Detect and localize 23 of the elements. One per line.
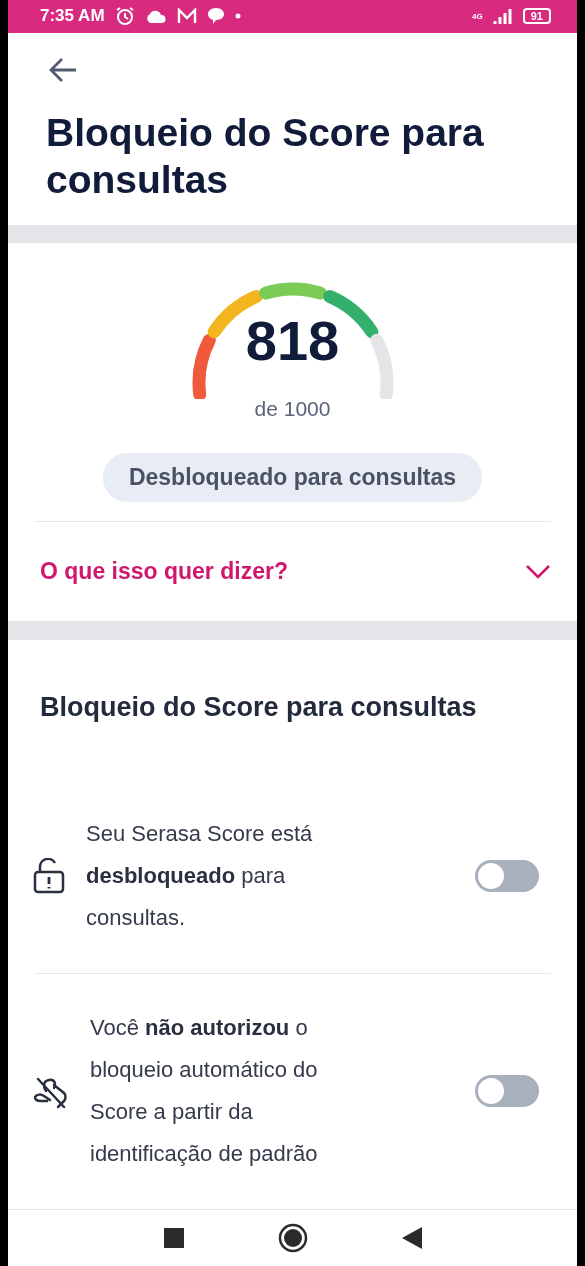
- cloud-icon: [144, 9, 167, 24]
- home-button[interactable]: [277, 1223, 308, 1254]
- back-nav-button[interactable]: [401, 1227, 422, 1250]
- unlocked-padlock-icon: [32, 857, 66, 894]
- mail-icon: [176, 8, 197, 25]
- network-label: 4G: [472, 11, 483, 21]
- status-badge: Desbloqueado para consultas: [102, 453, 483, 503]
- section-title: Bloqueio do Score para consultas: [40, 691, 478, 723]
- setting-description: Você não autorizou o bloqueio automático do Score a partir da identificação de padrão: [90, 1014, 319, 1169]
- signal-icon: [492, 8, 513, 25]
- score-scale: de 1000: [254, 397, 331, 422]
- recents-button[interactable]: [163, 1228, 184, 1249]
- status-time: 7:35 AM: [40, 6, 105, 27]
- setting-description: Seu Serasa Score está desbloqueado para consultas.: [86, 819, 314, 932]
- page-title: Bloqueio do Score para consultas: [46, 109, 485, 203]
- chat-bubble-icon: [206, 7, 225, 26]
- score-value: 818: [244, 311, 341, 372]
- toggle-switch[interactable]: [475, 859, 539, 892]
- dot-icon: [234, 13, 241, 20]
- toggle-switch[interactable]: [475, 1075, 539, 1108]
- battery-indicator: 91: [522, 8, 551, 25]
- alarm-icon: [114, 6, 135, 27]
- chevron-icon: [525, 563, 551, 580]
